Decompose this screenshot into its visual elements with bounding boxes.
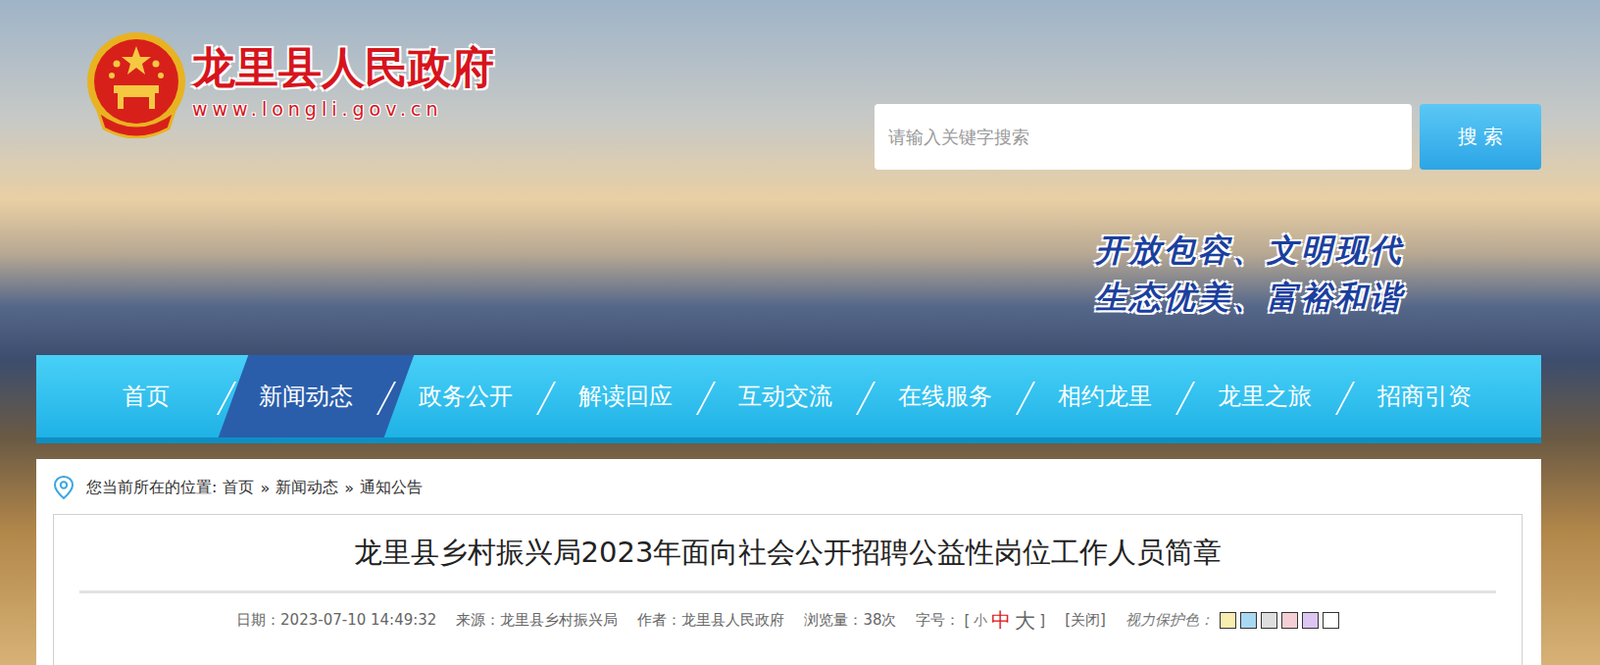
breadcrumb-item[interactable]: 新闻动态 — [275, 477, 339, 499]
meta-item: 浏览量：38次 — [803, 610, 897, 630]
color-swatch[interactable] — [1301, 611, 1319, 629]
nav-item[interactable]: 互动交流 — [704, 354, 865, 438]
color-swatch[interactable] — [1240, 611, 1257, 629]
nav-item[interactable]: 新闻动态 — [225, 354, 386, 438]
eye-care-control: 视力保护色： — [1125, 610, 1340, 630]
content-panel: 您当前所在的位置:首页»新闻动态»通知公告龙里县乡村振兴局2023年面向社会公开… — [36, 458, 1542, 665]
slogan-line: 生态优美、富裕和谐 — [1095, 273, 1532, 321]
meta-item: 日期：2023-07-10 14:49:32 — [236, 610, 437, 630]
font-size-option[interactable]: 小 — [973, 611, 988, 630]
national-emblem-icon — [84, 30, 189, 139]
search-button[interactable]: 搜 索 — [1419, 103, 1542, 170]
meta-item: 作者：龙里县人民政府 — [637, 610, 785, 630]
header-right: 搜 索开放包容、文明现代生态优美、富裕和谐 — [874, 30, 1542, 355]
color-swatch[interactable] — [1219, 611, 1237, 629]
site-brand[interactable]: 龙里县人民政府 www.longli.gov.cn — [84, 30, 495, 355]
meta-item: 来源：龙里县乡村振兴局 — [455, 610, 618, 630]
brand-text: 龙里县人民政府 www.longli.gov.cn — [192, 30, 495, 120]
nav-item[interactable]: 首页 — [65, 354, 226, 438]
title-divider — [79, 590, 1497, 594]
slogan: 开放包容、文明现代生态优美、富裕和谐 — [1095, 226, 1532, 321]
font-size-option[interactable]: 大 — [1014, 606, 1036, 635]
nav-item[interactable]: 政务公开 — [385, 354, 546, 438]
breadcrumb-item[interactable]: 通知公告 — [359, 477, 423, 499]
slogan-line: 开放包容、文明现代 — [1095, 226, 1404, 274]
page: 龙里县人民政府 www.longli.gov.cn 搜 索开放包容、文明现代生态优美… — [0, 0, 1600, 665]
close-link[interactable]: [关闭] — [1064, 610, 1106, 630]
location-pin-icon — [52, 474, 75, 500]
color-swatch[interactable] — [1322, 611, 1340, 629]
article-box: 龙里县乡村振兴局2023年面向社会公开招聘公益性岗位工作人员简章日期：2023-… — [52, 513, 1523, 665]
nav-item[interactable]: 相约龙里 — [1024, 354, 1185, 438]
breadcrumb-separator: » — [259, 478, 270, 498]
site-url: www.longli.gov.cn — [192, 98, 495, 120]
nav-item[interactable]: 在线服务 — [864, 354, 1025, 438]
font-size-control: 字号：[小中大] — [915, 606, 1046, 635]
font-size-option[interactable]: 中 — [991, 606, 1011, 634]
color-swatch[interactable] — [1281, 611, 1299, 629]
nav-item[interactable]: 解读回应 — [545, 354, 705, 438]
search-bar: 搜 索 — [874, 103, 1542, 170]
nav-item[interactable]: 龙里之旅 — [1184, 354, 1345, 438]
nav-item[interactable]: 招商引资 — [1344, 354, 1504, 438]
color-swatch[interactable] — [1260, 611, 1278, 629]
search-input[interactable] — [874, 103, 1412, 170]
breadcrumb-label: 您当前所在的位置: — [86, 477, 217, 499]
breadcrumb-item[interactable]: 首页 — [222, 477, 254, 499]
site-name: 龙里县人民政府 — [192, 42, 495, 95]
main-nav: 首页新闻动态政务公开解读回应互动交流在线服务相约龙里龙里之旅招商引资 — [36, 354, 1542, 444]
breadcrumb-separator: » — [344, 478, 354, 498]
header: 龙里县人民政府 www.longli.gov.cn 搜 索开放包容、文明现代生态优美… — [0, 0, 1600, 355]
breadcrumb: 您当前所在的位置:首页»新闻动态»通知公告 — [52, 472, 1523, 502]
article-title: 龙里县乡村振兴局2023年面向社会公开招聘公益性岗位工作人员简章 — [79, 532, 1497, 573]
article-meta: 日期：2023-07-10 14:49:32 来源：龙里县乡村振兴局作者：龙里县人… — [79, 606, 1497, 635]
